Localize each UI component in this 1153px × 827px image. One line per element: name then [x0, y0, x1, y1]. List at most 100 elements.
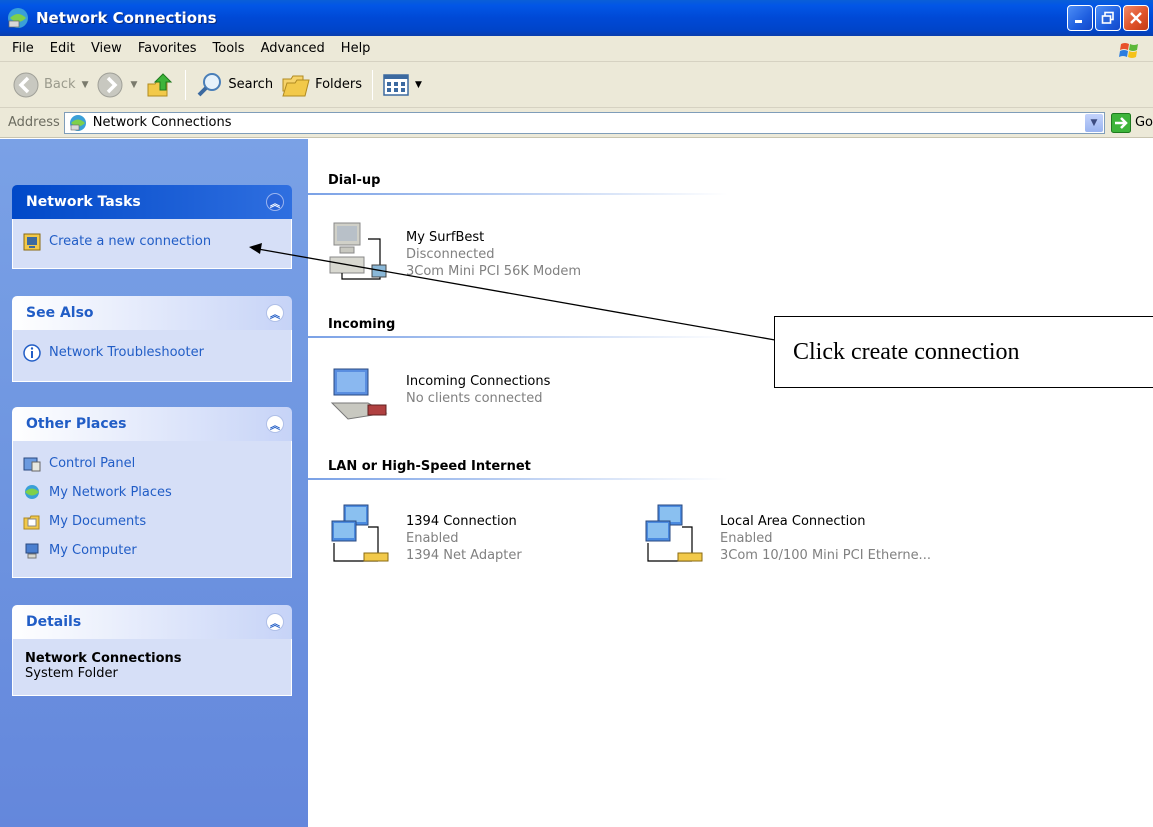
chevron-down-icon[interactable]: ▼: [130, 80, 137, 90]
group-header-lan: LAN or High-Speed Internet: [328, 459, 531, 474]
task-label: My Documents: [49, 514, 147, 529]
search-button[interactable]: Search: [192, 67, 277, 103]
details-body: Network Connections System Folder: [12, 639, 292, 696]
minimize-button[interactable]: [1067, 5, 1093, 31]
connection-my-surfbest[interactable]: My SurfBest Disconnected 3Com Mini PCI 5…: [328, 219, 581, 283]
folders-button[interactable]: Folders: [277, 67, 366, 103]
documents-folder-icon: [23, 515, 40, 529]
task-label: Control Panel: [49, 456, 136, 471]
go-label: Go: [1134, 115, 1153, 130]
group-header-dialup: Dial-up: [328, 173, 381, 188]
task-label: My Network Places: [49, 485, 172, 500]
connection-device: 3Com Mini PCI 56K Modem: [406, 264, 582, 279]
see-also-header[interactable]: See Also ︽: [12, 296, 292, 330]
connection-incoming[interactable]: Incoming Connections No clients connecte…: [328, 363, 550, 427]
lan-connection-icon: [331, 504, 389, 562]
details-header[interactable]: Details ︽: [12, 605, 292, 639]
computer-icon: [25, 543, 39, 558]
connection-name: 1394 Connection: [406, 514, 517, 529]
connections-view: Dial-up My SurfBest Disconnected 3Com Mi…: [308, 139, 1153, 827]
my-computer-link[interactable]: My Computer: [23, 536, 281, 565]
back-button[interactable]: Back ▼: [8, 67, 92, 103]
connection-status: Enabled: [406, 531, 459, 546]
network-tasks-panel: Network Tasks ︽ Create a new connection: [12, 185, 292, 269]
connection-device: 1394 Net Adapter: [406, 548, 522, 563]
go-button[interactable]: Go: [1110, 112, 1153, 133]
address-value: Network Connections: [92, 115, 232, 130]
up-folder-button[interactable]: [141, 67, 179, 103]
dialup-modem-icon: [329, 222, 387, 280]
control-panel-link[interactable]: Control Panel: [23, 449, 281, 478]
other-places-header[interactable]: Other Places ︽: [12, 407, 292, 441]
folders-icon: [282, 75, 310, 96]
info-icon: [23, 343, 41, 362]
menu-edit[interactable]: Edit: [42, 41, 83, 56]
menu-advanced[interactable]: Advanced: [253, 41, 333, 56]
network-tasks-body: Create a new connection: [12, 219, 292, 269]
window-title: Network Connections: [36, 9, 217, 27]
back-label: Back: [44, 77, 76, 92]
connection-1394[interactable]: 1394 Connection Enabled 1394 Net Adapter: [328, 503, 522, 567]
task-label: Network Troubleshooter: [49, 345, 204, 360]
search-icon: [197, 72, 222, 96]
menu-help[interactable]: Help: [333, 41, 379, 56]
restore-button[interactable]: [1095, 5, 1121, 31]
restore-icon: [1101, 11, 1114, 24]
chevron-up-icon[interactable]: ︽: [266, 415, 284, 433]
menu-tools[interactable]: Tools: [205, 41, 253, 56]
close-icon: [1130, 12, 1142, 24]
network-places-icon: [25, 484, 39, 499]
chevron-down-icon[interactable]: ▼: [415, 80, 422, 90]
task-pane: Network Tasks ︽ Create a new connection …: [0, 139, 308, 827]
chevron-down-icon[interactable]: ▼: [82, 80, 89, 90]
connection-name: Local Area Connection: [720, 514, 866, 529]
details-type: System Folder: [25, 666, 118, 681]
up-folder-icon: [147, 72, 173, 96]
connection-status: Disconnected: [406, 247, 495, 262]
menu-bar: File Edit View Favorites Tools Advanced …: [0, 36, 1153, 62]
chevron-up-icon[interactable]: ︽: [266, 193, 284, 211]
search-label: Search: [228, 77, 274, 92]
network-connections-icon: [8, 8, 28, 28]
panel-title: Network Tasks: [26, 194, 141, 210]
my-documents-link[interactable]: My Documents: [23, 507, 281, 536]
go-arrow-icon: [1110, 112, 1131, 133]
menu-file[interactable]: File: [4, 41, 42, 56]
details-panel: Details ︽ Network Connections System Fol…: [12, 605, 292, 696]
network-connections-icon: [69, 114, 86, 131]
views-icon: [383, 73, 409, 96]
forward-arrow-icon: [97, 72, 123, 97]
network-tasks-header[interactable]: Network Tasks ︽: [12, 185, 292, 219]
my-network-places-link[interactable]: My Network Places: [23, 478, 281, 507]
lan-connection-icon: [645, 504, 703, 562]
callout-text: Click create connection: [793, 338, 1020, 365]
panel-title: See Also: [26, 305, 94, 321]
details-name: Network Connections: [25, 651, 182, 666]
connection-name: My SurfBest: [406, 230, 485, 245]
connection-local-area[interactable]: Local Area Connection Enabled 3Com 10/10…: [642, 503, 931, 567]
menu-view[interactable]: View: [83, 41, 130, 56]
panel-title: Other Places: [26, 416, 127, 432]
address-label: Address: [8, 115, 60, 130]
address-input[interactable]: Network Connections ▼: [63, 111, 1105, 134]
annotation-callout: Click create connection: [774, 316, 1153, 388]
create-new-connection-link[interactable]: Create a new connection: [23, 227, 281, 256]
standard-toolbar: Back ▼ ▼ Search Folders ▼: [0, 62, 1153, 108]
chevron-up-icon[interactable]: ︽: [266, 613, 284, 631]
menu-favorites[interactable]: Favorites: [130, 41, 205, 56]
address-dropdown-button[interactable]: ▼: [1084, 113, 1103, 132]
toolbar-separator: [185, 69, 187, 100]
title-bar[interactable]: Network Connections: [0, 0, 1153, 36]
address-bar: Address Network Connections ▼ Go: [0, 108, 1153, 138]
views-button[interactable]: ▼: [379, 67, 426, 103]
see-also-panel: See Also ︽ Network Troubleshooter: [12, 296, 292, 382]
network-troubleshooter-link[interactable]: Network Troubleshooter: [23, 338, 281, 367]
chevron-up-icon[interactable]: ︽: [266, 304, 284, 322]
chevron-down-icon: ▼: [1090, 117, 1098, 128]
back-arrow-icon: [13, 72, 39, 97]
close-button[interactable]: [1123, 5, 1149, 31]
group-divider: [308, 193, 728, 195]
windows-logo-icon: [1119, 43, 1138, 58]
task-label: My Computer: [49, 543, 137, 558]
forward-button[interactable]: ▼: [92, 67, 141, 103]
